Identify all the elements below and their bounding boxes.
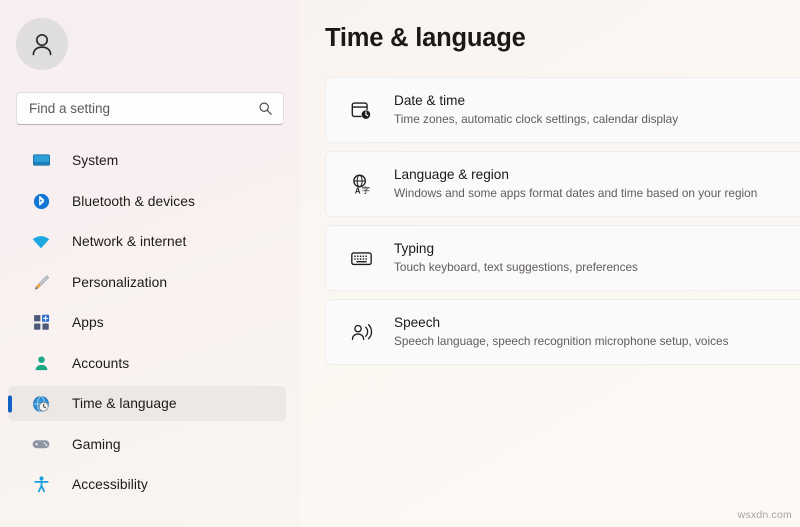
search-container <box>16 92 284 125</box>
monitor-icon <box>30 150 52 172</box>
apps-grid-icon <box>30 312 52 334</box>
game-controller-icon <box>30 433 52 455</box>
search-input[interactable] <box>29 101 258 116</box>
card-title: Language & region <box>394 167 509 183</box>
sidebar-item-label: Network & internet <box>72 234 187 249</box>
keyboard-icon <box>348 245 374 271</box>
card-subtitle: Time zones, automatic clock settings, ca… <box>394 112 679 127</box>
card-title: Typing <box>394 241 435 257</box>
avatar[interactable] <box>16 18 68 70</box>
bluetooth-icon <box>30 190 52 212</box>
sidebar-item-label: Accessibility <box>72 477 148 492</box>
avatar-container <box>0 0 300 70</box>
sidebar-item-label: Bluetooth & devices <box>72 193 195 209</box>
accessibility-person-icon <box>30 474 52 496</box>
svg-text:字: 字 <box>361 185 369 195</box>
sidebar-item-label: Gaming <box>72 436 121 452</box>
paintbrush-icon <box>30 271 52 293</box>
sidebar-item-accounts[interactable]: Accounts <box>8 346 286 381</box>
card-title: Date & time <box>394 93 466 109</box>
settings-card-list: Date & time Time zones, automatic clock … <box>325 77 800 365</box>
watermark: wsxdn.com <box>737 509 792 521</box>
page-title: Time & language <box>325 24 526 52</box>
sidebar-item-label: Apps <box>72 315 104 330</box>
settings-card-language-region[interactable]: A 字 Language & region Windows and some a… <box>325 151 800 217</box>
search-icon[interactable] <box>258 101 273 116</box>
sidebar-item-system[interactable]: System <box>8 143 286 178</box>
sidebar-item-label: Time & language <box>72 396 177 411</box>
settings-card-date-time[interactable]: Date & time Time zones, automatic clock … <box>325 77 800 143</box>
card-text-container: Date & time Time zones, automatic clock … <box>394 92 678 128</box>
search-box[interactable] <box>16 92 284 125</box>
settings-window: System Bluetooth & devices <box>0 0 800 527</box>
sidebar-item-apps[interactable]: Apps <box>8 305 286 340</box>
wifi-icon <box>30 231 52 253</box>
svg-text:A: A <box>354 186 360 195</box>
sidebar-item-personalization[interactable]: Personalization <box>8 265 286 300</box>
card-subtitle: Speech language, speech recognition micr… <box>394 334 729 349</box>
card-subtitle: Touch keyboard, text suggestions, prefer… <box>394 260 638 275</box>
speech-person-icon <box>348 319 374 345</box>
main-content: Time & language Date & time Time zones, … <box>300 0 800 527</box>
calendar-clock-icon <box>348 97 374 123</box>
person-avatar-icon <box>32 33 52 56</box>
sidebar: System Bluetooth & devices <box>0 0 300 527</box>
sidebar-item-label: Personalization <box>72 274 168 290</box>
sidebar-nav: System Bluetooth & devices Network & int… <box>0 143 300 502</box>
sidebar-item-accessibility[interactable]: Accessibility <box>8 467 286 502</box>
sidebar-item-network-internet[interactable]: Network & internet <box>8 224 286 259</box>
globe-clock-icon <box>30 393 52 415</box>
sidebar-item-time-language[interactable]: Time & language <box>8 386 286 421</box>
globe-translate-icon: A 字 <box>348 171 374 197</box>
selection-indicator <box>8 395 12 412</box>
card-subtitle: Windows and some apps format dates and t… <box>394 186 758 201</box>
sidebar-item-label: Accounts <box>72 355 130 371</box>
person-icon <box>30 352 52 374</box>
card-text-container: Language & region Windows and some apps … <box>394 166 757 202</box>
sidebar-item-bluetooth-devices[interactable]: Bluetooth & devices <box>8 184 286 219</box>
card-text-container: Speech Speech language, speech recogniti… <box>394 314 728 350</box>
settings-card-speech[interactable]: Speech Speech language, speech recogniti… <box>325 299 800 365</box>
card-title: Speech <box>394 315 441 331</box>
sidebar-item-gaming[interactable]: Gaming <box>8 427 286 462</box>
card-text-container: Typing Touch keyboard, text suggestions,… <box>394 240 638 276</box>
sidebar-item-label: System <box>72 153 119 168</box>
settings-card-typing[interactable]: Typing Touch keyboard, text suggestions,… <box>325 225 800 291</box>
